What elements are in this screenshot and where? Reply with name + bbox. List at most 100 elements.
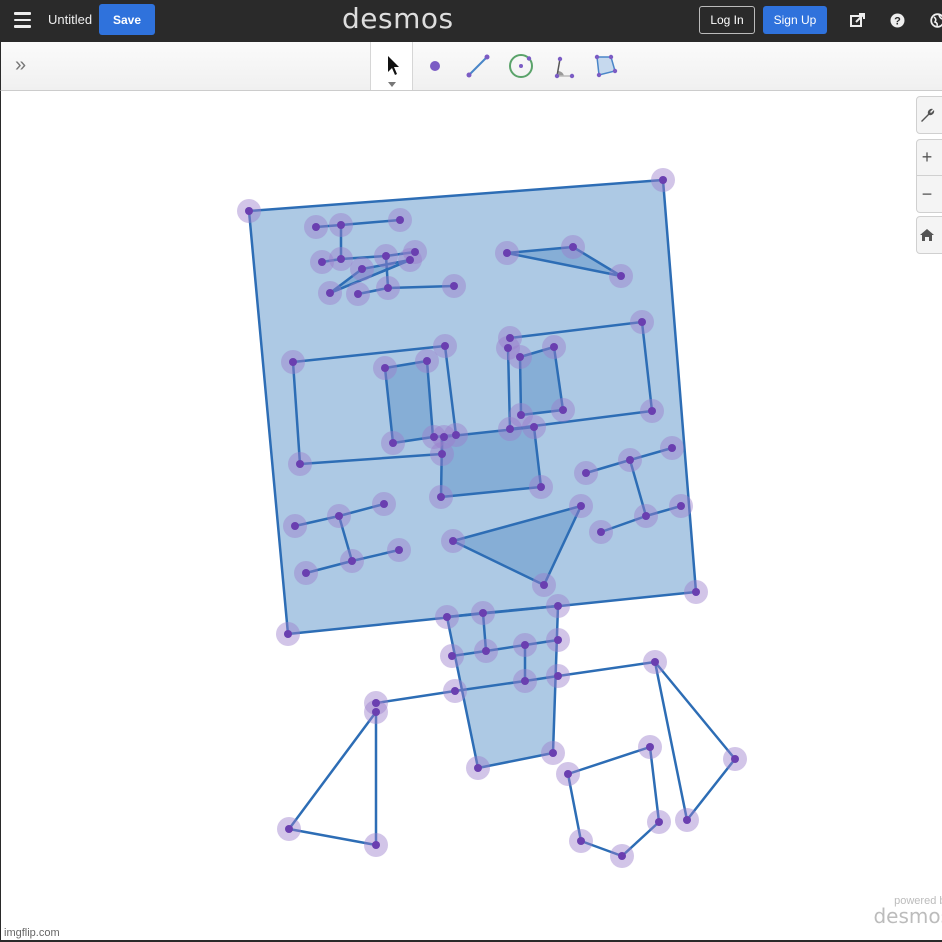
point[interactable] [406, 256, 414, 264]
default-view-button[interactable] [916, 216, 942, 254]
point[interactable] [291, 522, 299, 530]
point[interactable] [380, 500, 388, 508]
point[interactable] [302, 569, 310, 577]
point[interactable] [638, 318, 646, 326]
point[interactable] [384, 284, 392, 292]
point[interactable] [448, 652, 456, 660]
point[interactable] [411, 248, 419, 256]
point[interactable] [516, 353, 524, 361]
point[interactable] [474, 764, 482, 772]
signup-button[interactable]: Sign Up [763, 6, 827, 34]
point[interactable] [577, 837, 585, 845]
point[interactable] [296, 460, 304, 468]
point[interactable] [284, 630, 292, 638]
point[interactable] [651, 658, 659, 666]
point[interactable] [479, 609, 487, 617]
point[interactable] [617, 272, 625, 280]
point[interactable] [348, 557, 356, 565]
segment[interactable] [556, 660, 657, 678]
point[interactable] [559, 406, 567, 414]
graph-settings-button[interactable] [916, 96, 942, 134]
point[interactable] [289, 358, 297, 366]
point[interactable] [372, 699, 380, 707]
point[interactable] [372, 841, 380, 849]
point[interactable] [618, 852, 626, 860]
point[interactable] [668, 444, 676, 452]
point[interactable] [318, 258, 326, 266]
point[interactable] [677, 502, 685, 510]
point[interactable] [504, 344, 512, 352]
segment[interactable] [287, 710, 378, 831]
point[interactable] [335, 512, 343, 520]
point[interactable] [441, 342, 449, 350]
point[interactable] [506, 425, 514, 433]
point[interactable] [312, 223, 320, 231]
point[interactable] [642, 512, 650, 520]
point[interactable] [285, 825, 293, 833]
language-globe-icon[interactable] [928, 11, 942, 29]
point[interactable] [517, 411, 525, 419]
help-icon[interactable]: ? [888, 11, 906, 29]
expand-expressions-icon[interactable]: » [15, 54, 26, 77]
point[interactable] [564, 770, 572, 778]
point[interactable] [554, 672, 562, 680]
zoom-in-button[interactable]: + [917, 140, 942, 176]
tool-angle[interactable] [548, 50, 580, 82]
login-button[interactable]: Log In [699, 6, 755, 34]
point[interactable] [683, 816, 691, 824]
hamburger-menu-icon[interactable] [14, 12, 31, 28]
point[interactable] [450, 282, 458, 290]
point[interactable] [381, 364, 389, 372]
tool-segment[interactable] [462, 50, 494, 82]
segment[interactable] [287, 827, 378, 847]
point[interactable] [731, 755, 739, 763]
graph-title[interactable]: Untitled [48, 12, 92, 27]
geometry-drawing[interactable] [1, 91, 942, 942]
point[interactable] [443, 613, 451, 621]
tool-circle[interactable] [505, 50, 537, 82]
point[interactable] [646, 743, 654, 751]
point[interactable] [659, 176, 667, 184]
point[interactable] [506, 334, 514, 342]
save-button[interactable]: Save [99, 4, 155, 35]
segment[interactable] [653, 660, 737, 761]
point[interactable] [437, 493, 445, 501]
point[interactable] [358, 265, 366, 273]
point[interactable] [549, 749, 557, 757]
point[interactable] [337, 255, 345, 263]
zoom-out-button[interactable]: − [917, 176, 942, 212]
segment[interactable] [566, 745, 652, 776]
point[interactable] [597, 528, 605, 536]
point[interactable] [540, 581, 548, 589]
point[interactable] [438, 450, 446, 458]
point[interactable] [372, 708, 380, 716]
graph-canvas[interactable] [0, 91, 942, 942]
share-icon[interactable] [848, 11, 866, 29]
point[interactable] [521, 641, 529, 649]
tool-point[interactable] [419, 50, 451, 82]
point[interactable] [440, 433, 448, 441]
point[interactable] [245, 207, 253, 215]
point[interactable] [389, 439, 397, 447]
tool-select[interactable] [370, 42, 413, 90]
point[interactable] [452, 431, 460, 439]
point[interactable] [449, 537, 457, 545]
point[interactable] [692, 588, 700, 596]
point[interactable] [569, 243, 577, 251]
point[interactable] [554, 602, 562, 610]
point[interactable] [354, 290, 362, 298]
point[interactable] [582, 469, 590, 477]
point[interactable] [648, 407, 656, 415]
point[interactable] [655, 818, 663, 826]
point[interactable] [521, 677, 529, 685]
tool-polygon[interactable] [591, 50, 623, 82]
point[interactable] [577, 502, 585, 510]
point[interactable] [326, 289, 334, 297]
point[interactable] [396, 216, 404, 224]
polygon-head[interactable] [247, 178, 698, 636]
powered-by-desmos[interactable]: powered by desmos [871, 895, 942, 928]
point[interactable] [451, 687, 459, 695]
point[interactable] [537, 483, 545, 491]
point[interactable] [482, 647, 490, 655]
point[interactable] [337, 221, 345, 229]
